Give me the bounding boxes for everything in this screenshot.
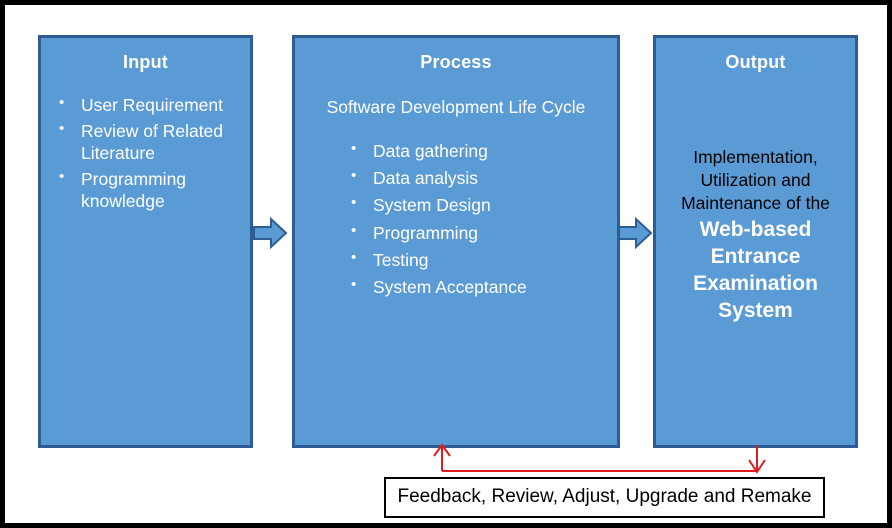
process-box: Process Software Development Life Cycle … [292, 35, 620, 448]
feedback-box: Feedback, Review, Adjust, Upgrade and Re… [384, 477, 825, 518]
process-list-item: Programming [351, 221, 605, 244]
right-block-arrow-icon [618, 216, 653, 250]
input-to-process-arrow [252, 215, 288, 251]
input-list-item: User Requirement [59, 93, 238, 116]
process-list-item: Data gathering [351, 139, 605, 162]
input-box-title: Input [123, 52, 168, 72]
process-list-item: Testing [351, 248, 605, 271]
process-list-item: System Design [351, 193, 605, 216]
process-list-item: System Acceptance [351, 275, 605, 298]
input-item-list: User Requirement Review of Related Liter… [59, 93, 238, 213]
process-item-list: Data gathering Data analysis System Desi… [351, 139, 605, 298]
process-box-title: Process [420, 52, 492, 72]
output-box-title: Output [725, 52, 786, 72]
diagram-canvas: Input User Requirement Review of Related… [0, 0, 892, 528]
input-box: Input User Requirement Review of Related… [38, 35, 253, 448]
input-list-item: Review of Related Literature [59, 119, 238, 164]
output-body: Implementation, Utilization and Maintena… [656, 146, 855, 325]
output-emphasis-text: Web-based Entrance Examination System [693, 217, 818, 322]
input-list-item: Programming knowledge [59, 167, 238, 212]
feedback-label: Feedback, Review, Adjust, Upgrade and Re… [397, 486, 812, 508]
output-lead-text: Implementation, Utilization and Maintena… [681, 146, 830, 213]
process-list-item: Data analysis [351, 166, 605, 189]
right-block-arrow-icon [253, 216, 288, 250]
output-box: Output Implementation, Utilization and M… [653, 35, 858, 448]
process-box-subtitle: Software Development Life Cycle [326, 96, 586, 117]
process-to-output-arrow [617, 215, 653, 251]
